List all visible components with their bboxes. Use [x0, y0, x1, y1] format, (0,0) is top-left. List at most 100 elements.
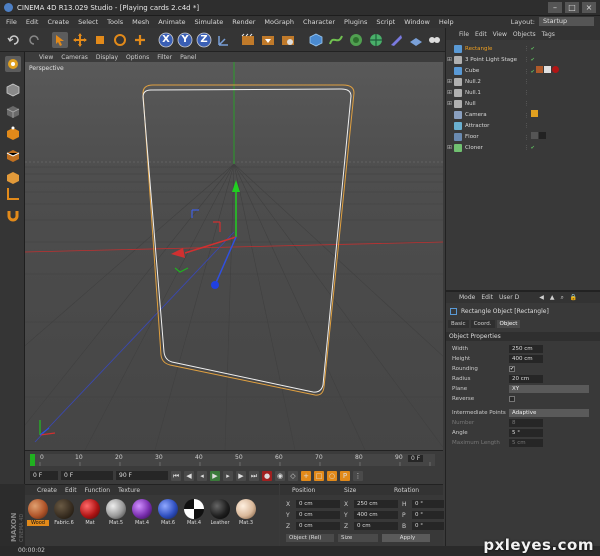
object-row-rectangle[interactable]: Rectangle ⋮ ✔ — [446, 43, 600, 54]
x-axis-lock-button[interactable]: X — [158, 32, 174, 48]
cube-primitive-icon[interactable] — [308, 32, 324, 48]
y-axis-lock-button[interactable]: Y — [177, 32, 193, 48]
timeline-ruler[interactable]: 0 10 20 30 40 50 60 70 80 90 0 F — [30, 454, 435, 466]
viewport-menu-view[interactable]: View — [39, 54, 53, 61]
redo-icon[interactable] — [26, 32, 42, 48]
menu-edit[interactable]: Edit — [26, 18, 39, 26]
position-x-field[interactable]: 0 cm — [296, 500, 340, 508]
expand-toggle[interactable]: ⊞ — [447, 56, 454, 63]
material-swatch[interactable]: Leather — [209, 499, 231, 529]
width-field[interactable]: 250 cm — [509, 344, 543, 353]
number-field[interactable]: 8 — [509, 418, 543, 427]
subdivision-surface-icon[interactable] — [348, 32, 364, 48]
object-row-light-stage[interactable]: ⊞ 3 Point Light Stage ⋮ ✔ — [446, 54, 600, 65]
menu-tools[interactable]: Tools — [107, 18, 123, 26]
visibility-dots[interactable]: ⋮ ✔ — [524, 66, 560, 75]
render-settings-icon[interactable] — [280, 32, 296, 48]
array-icon[interactable] — [368, 32, 384, 48]
am-menu-mode[interactable]: Mode — [459, 294, 475, 301]
visibility-dots[interactable]: ⋮ — [524, 132, 546, 141]
rotation-p-field[interactable]: 0 ° — [412, 511, 444, 519]
record-icon[interactable]: ● — [262, 470, 272, 481]
angle-field[interactable]: 5 ° — [509, 428, 543, 437]
object-row-null[interactable]: ⊞ Null ⋮ — [446, 98, 600, 109]
tab-basic[interactable]: Basic — [448, 320, 469, 328]
previous-key-icon[interactable]: ◀ — [184, 470, 194, 481]
size-z-field[interactable]: 0 cm — [354, 522, 398, 530]
object-row-cube[interactable]: Cube ⋮ ✔ — [446, 65, 600, 76]
menu-mesh[interactable]: Mesh — [132, 18, 149, 26]
size-mode-select[interactable]: Size — [338, 534, 378, 542]
rounding-checkbox[interactable]: ✔ — [509, 365, 515, 372]
om-menu-edit[interactable]: Edit — [475, 31, 487, 38]
start-frame-field[interactable]: 0 F — [30, 471, 58, 480]
edges-mode-icon[interactable] — [5, 148, 21, 164]
minimize-button[interactable]: – — [548, 2, 562, 13]
material-swatch[interactable]: Wood — [27, 499, 49, 529]
move-icon[interactable] — [72, 32, 88, 48]
expand-toggle[interactable]: ⊞ — [447, 89, 454, 96]
scale-icon[interactable] — [92, 32, 108, 48]
polygons-mode-icon[interactable] — [5, 170, 21, 186]
menu-create[interactable]: Create — [47, 18, 69, 26]
render-view-icon[interactable] — [240, 32, 256, 48]
spline-pen-icon[interactable] — [328, 32, 344, 48]
size-x-field[interactable]: 250 cm — [354, 500, 398, 508]
expand-toggle[interactable]: ⊞ — [447, 78, 454, 85]
visibility-dots[interactable]: ⋮ — [524, 90, 529, 96]
intermediate-points-select[interactable]: Adaptive — [509, 408, 589, 417]
material-swatch[interactable]: Fabric.6 — [53, 499, 75, 529]
material-swatch[interactable]: Mat.4 — [183, 499, 205, 529]
plane-select[interactable]: XY — [509, 384, 589, 393]
go-to-end-icon[interactable]: ⏭ — [249, 470, 259, 481]
next-key-icon[interactable]: ▶ — [236, 470, 246, 481]
coordinate-mode-select[interactable]: Object (Rel) — [286, 534, 334, 542]
undo-icon[interactable] — [6, 32, 22, 48]
visibility-dots[interactable]: ⋮ — [524, 79, 529, 85]
menu-help[interactable]: Help — [439, 18, 454, 26]
menu-animate[interactable]: Animate — [158, 18, 185, 26]
autokey-icon[interactable]: ◉ — [275, 470, 285, 481]
menu-simulate[interactable]: Simulate — [195, 18, 224, 26]
material-menu-edit[interactable]: Edit — [65, 487, 77, 494]
expand-toggle[interactable]: ⊞ — [447, 100, 454, 107]
object-row-attractor[interactable]: Attractor ⋮ — [446, 120, 600, 131]
apply-button[interactable]: Apply — [382, 534, 430, 542]
rotate-icon[interactable] — [112, 32, 128, 48]
snap-magnet-icon[interactable] — [5, 207, 21, 223]
material-swatch[interactable]: Mat.5 — [105, 499, 127, 529]
lock-icon[interactable]: 🔒 — [570, 294, 577, 301]
next-frame-icon[interactable]: ▸ — [223, 470, 233, 481]
maximum-length-field[interactable]: 5 cm — [509, 438, 543, 447]
make-editable-icon[interactable] — [5, 56, 21, 72]
am-menu-edit[interactable]: Edit — [481, 294, 493, 301]
menu-file[interactable]: File — [6, 18, 17, 26]
deformer-icon[interactable] — [388, 32, 404, 48]
position-z-field[interactable]: 0 cm — [296, 522, 340, 530]
size-y-field[interactable]: 400 cm — [354, 511, 398, 519]
scale-key-icon[interactable]: □ — [314, 470, 324, 481]
play-icon[interactable]: ▶ — [210, 470, 220, 481]
camera-icon[interactable] — [426, 32, 442, 48]
rotation-b-field[interactable]: 0 ° — [412, 522, 444, 530]
visibility-dots[interactable]: ⋮ ✔ — [524, 46, 535, 52]
material-swatch[interactable]: Mat — [79, 499, 101, 529]
position-key-icon[interactable]: + — [301, 470, 311, 481]
texture-mode-icon[interactable] — [5, 104, 21, 120]
visibility-dots[interactable]: ⋮ ✔ — [524, 57, 535, 63]
material-menu-function[interactable]: Function — [85, 487, 111, 494]
visibility-dots[interactable]: ⋮ — [524, 123, 529, 129]
up-arrow-icon[interactable]: ▲ — [550, 294, 555, 301]
end-frame-field[interactable]: 90 F — [116, 471, 168, 480]
om-menu-file[interactable]: File — [459, 31, 469, 38]
position-y-field[interactable]: 0 cm — [296, 511, 340, 519]
expand-toggle[interactable]: ⊞ — [447, 144, 454, 151]
viewport-menu-filter[interactable]: Filter — [157, 54, 172, 61]
rotation-key-icon[interactable]: ○ — [327, 470, 337, 481]
current-frame-field[interactable]: 0 F — [61, 471, 113, 480]
render-to-picture-viewer-icon[interactable] — [260, 32, 276, 48]
menu-select[interactable]: Select — [78, 18, 98, 26]
visibility-dots[interactable]: ⋮ — [524, 110, 538, 119]
radius-field[interactable]: 20 cm — [509, 374, 543, 383]
add-object-icon[interactable] — [132, 32, 148, 48]
